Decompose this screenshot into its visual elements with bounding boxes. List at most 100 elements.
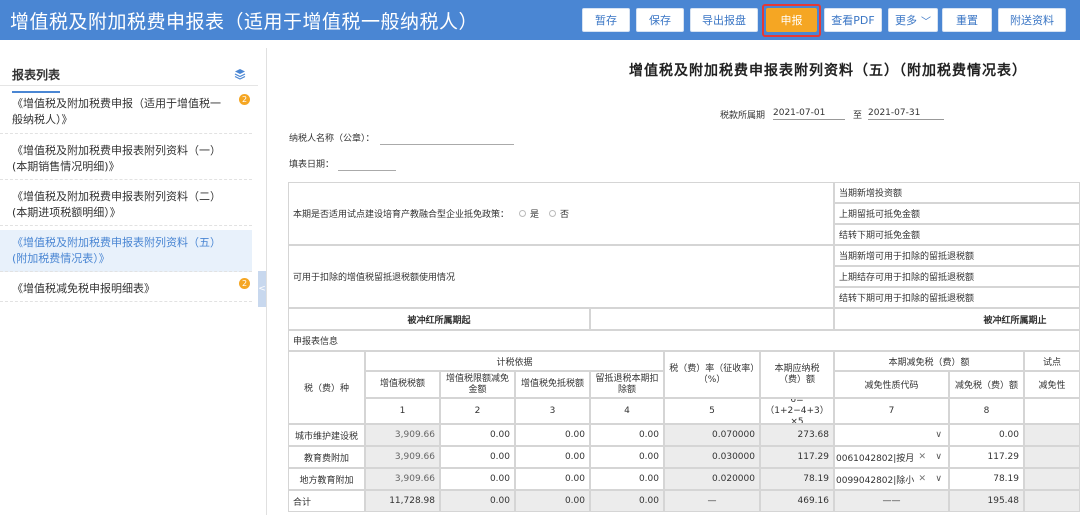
export-button[interactable]: 导出报盘 bbox=[690, 8, 758, 32]
sidebar-item-main-return[interactable]: 《增值税及附加税费申报（适用于增值税一般纳税人）》 2 bbox=[0, 92, 252, 134]
col-index-blank bbox=[1024, 398, 1080, 424]
col-index: 4 bbox=[590, 398, 664, 424]
col-index: 6=（1+2−4+3）×5 bbox=[760, 398, 834, 424]
sidebar-item-label: 《增值税及附加税费申报表附列资料（一）(本期销售情况明细)》 bbox=[12, 144, 221, 173]
chevron-down-icon: ∨ bbox=[935, 452, 942, 462]
row-vat-credit[interactable]: 0.00 bbox=[515, 468, 590, 490]
red-start-field[interactable] bbox=[590, 308, 834, 330]
sidebar-item-label: 《增值税及附加税费申报（适用于增值税一般纳税人）》 bbox=[12, 97, 221, 126]
clear-icon[interactable]: ✕ bbox=[918, 474, 926, 484]
layers-icon[interactable] bbox=[234, 68, 246, 80]
retention-right-label: 当期新增可用于扣除的留抵退税额 bbox=[834, 245, 1080, 266]
col-retention-deduct: 留抵退税本期扣除额 bbox=[590, 371, 664, 398]
reduction-code-select[interactable]: 0061042802|按月 ✕ ∨ bbox=[834, 446, 949, 468]
notification-badge: 2 bbox=[239, 278, 250, 289]
more-button[interactable]: 更多 ﹀ bbox=[888, 8, 938, 32]
col-vat-credit: 增值税免抵税额 bbox=[515, 371, 590, 398]
row-vat-amount: 3,909.66 bbox=[365, 424, 440, 446]
period-label: 税款所属期 bbox=[720, 111, 766, 121]
row-reduction-amount[interactable]: 117.29 bbox=[949, 446, 1024, 468]
total-reduction-amount: 195.48 bbox=[949, 490, 1024, 512]
page-title: 增值税及附加税费申报表（适用于增值税一般纳税人） bbox=[10, 11, 479, 33]
report-area: 增值税及附加税费申报表附列资料（五）（附加税费情况表） 税款所属期 2021-0… bbox=[276, 48, 1080, 515]
reduction-code-select[interactable]: ∨ bbox=[834, 424, 949, 446]
col-pilot-sub: 减免性 bbox=[1024, 371, 1080, 398]
col-basis: 计税依据 bbox=[365, 351, 664, 371]
row-pilot bbox=[1024, 424, 1080, 446]
retention-right-label: 结转下期可用于扣除的留抵退税额 bbox=[834, 287, 1080, 308]
row-tax-name: 教育费附加 bbox=[288, 446, 365, 468]
collapse-sidebar-toggle[interactable]: < bbox=[258, 271, 266, 307]
sidebar-item-schedule-5[interactable]: 《增值税及附加税费申报表附列资料（五）(附加税费情况表）》 bbox=[0, 230, 252, 272]
period-end-field[interactable]: 2021-07-31 bbox=[868, 108, 944, 120]
retention-right-label: 上期结存可用于扣除的留抵退税额 bbox=[834, 266, 1080, 287]
row-tax-name: 城市维护建设税 bbox=[288, 424, 365, 446]
notification-badge: 2 bbox=[239, 94, 250, 105]
sidebar: 报表列表 《增值税及附加税费申报（适用于增值税一般纳税人）》 2 《增值税及附加… bbox=[0, 48, 258, 515]
yes-label: 是 bbox=[530, 210, 540, 220]
total-pilot bbox=[1024, 490, 1080, 512]
pilot-right-label: 上期留抵可抵免金额 bbox=[834, 203, 1080, 224]
sidebar-item-schedule-2[interactable]: 《增值税及附加税费申报表附列资料（二）(本期进项税额明细）》 bbox=[0, 184, 252, 226]
row-reduction-amount[interactable]: 0.00 bbox=[949, 424, 1024, 446]
sidebar-item-reduction[interactable]: 《增值税减免税申报明细表》 2 bbox=[0, 276, 252, 302]
row-vat-exempt[interactable]: 0.00 bbox=[440, 424, 515, 446]
total-vat-exempt: 0.00 bbox=[440, 490, 515, 512]
row-vat-credit[interactable]: 0.00 bbox=[515, 424, 590, 446]
taxpayer-field[interactable] bbox=[380, 144, 514, 145]
pilot-policy-row: 本期是否适用试点建设培育产教融合型企业抵免政策： 是 否 bbox=[288, 182, 834, 245]
view-pdf-button[interactable]: 查看PDF bbox=[824, 8, 882, 32]
sidebar-item-schedule-1[interactable]: 《增值税及附加税费申报表附列资料（一）(本期销售情况明细)》 bbox=[0, 138, 252, 180]
row-vat-exempt[interactable]: 0.00 bbox=[440, 446, 515, 468]
row-pilot bbox=[1024, 446, 1080, 468]
col-index: 1 bbox=[365, 398, 440, 424]
row-vat-amount: 3,909.66 bbox=[365, 446, 440, 468]
sidebar-title: 报表列表 bbox=[12, 66, 61, 93]
total-retention: 0.00 bbox=[590, 490, 664, 512]
declare-highlight-frame bbox=[762, 4, 821, 37]
row-vat-exempt[interactable]: 0.00 bbox=[440, 468, 515, 490]
col-payable: 本期应纳税（费）额 bbox=[760, 351, 834, 398]
row-payable: 117.29 bbox=[760, 446, 834, 468]
total-payable: 469.16 bbox=[760, 490, 834, 512]
chevron-down-icon: ∨ bbox=[935, 474, 942, 484]
no-radio[interactable] bbox=[549, 210, 557, 217]
col-vat-amount: 增值税税额 bbox=[365, 371, 440, 398]
report-title: 增值税及附加税费申报表附列资料（五）（附加税费情况表） bbox=[629, 63, 1027, 79]
pilot-policy-label: 本期是否适用试点建设培育产教融合型企业抵免政策： bbox=[293, 210, 510, 220]
attach-button[interactable]: 附送资料 bbox=[998, 8, 1066, 32]
app-header: 增值税及附加税费申报表（适用于增值税一般纳税人） 暂存 保存 导出报盘 申报 查… bbox=[0, 0, 1080, 40]
section-label: 申报表信息 bbox=[288, 330, 1080, 351]
col-reduction: 本期减免税（费）额 bbox=[834, 351, 1024, 371]
save-button[interactable]: 保存 bbox=[636, 8, 684, 32]
row-tax-name: 地方教育附加 bbox=[288, 468, 365, 490]
col-index: 5 bbox=[664, 398, 760, 424]
more-label: 更多 bbox=[895, 14, 917, 27]
sidebar-header: 报表列表 bbox=[0, 56, 258, 93]
col-index: 7 bbox=[834, 398, 949, 424]
retention-label: 可用于扣除的增值税留抵退税额使用情况 bbox=[288, 245, 834, 308]
stash-button[interactable]: 暂存 bbox=[582, 8, 630, 32]
period-start-field[interactable]: 2021-07-01 bbox=[773, 108, 845, 120]
row-retention[interactable]: 0.00 bbox=[590, 424, 664, 446]
row-pilot bbox=[1024, 468, 1080, 490]
row-rate: 0.020000 bbox=[664, 468, 760, 490]
fill-date-field[interactable] bbox=[338, 170, 396, 171]
row-retention[interactable]: 0.00 bbox=[590, 468, 664, 490]
pilot-right-label: 当期新增投资额 bbox=[834, 182, 1080, 203]
taxpayer-label: 纳税人名称（公章）： bbox=[289, 134, 375, 144]
period-to-label: 至 bbox=[853, 111, 863, 121]
reduction-code-select[interactable]: 0099042802|除小 ✕ ∨ bbox=[834, 468, 949, 490]
row-retention[interactable]: 0.00 bbox=[590, 446, 664, 468]
fill-date-label: 填表日期： bbox=[289, 160, 335, 170]
col-index: 8 bbox=[949, 398, 1024, 424]
col-pilot: 试点 bbox=[1024, 351, 1080, 371]
clear-icon[interactable]: ✕ bbox=[918, 452, 926, 462]
reset-button[interactable]: 重置 bbox=[942, 8, 992, 32]
sidebar-item-label: 《增值税及附加税费申报表附列资料（二）(本期进项税额明细）》 bbox=[12, 190, 221, 219]
chevron-left-icon: < bbox=[258, 284, 266, 294]
row-vat-credit[interactable]: 0.00 bbox=[515, 446, 590, 468]
yes-radio[interactable] bbox=[519, 210, 527, 217]
row-reduction-amount[interactable]: 78.19 bbox=[949, 468, 1024, 490]
col-index: 3 bbox=[515, 398, 590, 424]
